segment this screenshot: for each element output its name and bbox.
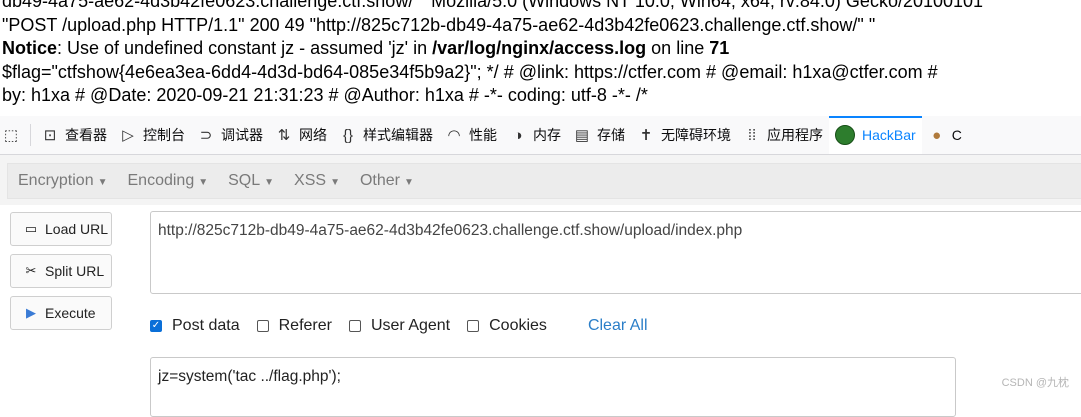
tab-label: 网络 xyxy=(299,127,327,143)
load-url-button[interactable]: ▭ Load URL xyxy=(10,212,112,246)
post-data-input[interactable]: jz=system('tac ../flag.php'); xyxy=(150,357,956,417)
memory-icon: ◑ xyxy=(513,126,523,144)
url-input[interactable]: http://825c712b-db49-4a75-ae62-4d3b42fe0… xyxy=(150,211,1081,294)
menu-label: XSS xyxy=(294,172,327,189)
user-agent-checkbox[interactable]: User Agent xyxy=(348,317,451,335)
menu-label: Encoding xyxy=(127,172,195,189)
menu-label: SQL xyxy=(228,172,261,189)
split-url-icon: ✂ xyxy=(25,263,37,278)
application-icon: ⁞⁞ xyxy=(747,126,757,144)
menu-label: Other xyxy=(359,172,400,189)
output-line-1: db49-4a75-ae62-4d3b42fe0623.challenge.ct… xyxy=(2,0,984,11)
tab-label: 样式编辑器 xyxy=(363,127,433,143)
tab-label: 内存 xyxy=(533,127,561,143)
checkbox-box xyxy=(256,320,269,332)
output-line-3: Notice: Use of undefined constant jz - a… xyxy=(2,37,1081,61)
cookie-icon: ● xyxy=(932,126,942,144)
output-line-2: "POST /upload.php HTTP/1.1" 200 49 "http… xyxy=(2,14,876,35)
checkbox-label: User Agent xyxy=(370,317,451,334)
button-label: Split URL xyxy=(45,263,105,279)
console-icon: ▷ xyxy=(122,127,134,144)
tab-network[interactable]: ⇅ 网络 xyxy=(269,116,333,154)
options-row: ✓ Post data Referer User Agent Cookies Cl… xyxy=(150,316,648,336)
referer-checkbox[interactable]: Referer xyxy=(256,317,332,335)
load-url-icon: ▭ xyxy=(24,221,38,236)
tab-hackbar[interactable]: HackBar xyxy=(829,116,922,154)
notice-text: : Use of undefined constant jz - assumed… xyxy=(57,38,433,58)
style-editor-icon: {} xyxy=(342,126,354,144)
tab-performance[interactable]: ◠ 性能 xyxy=(439,116,503,154)
post-data-checkbox[interactable]: ✓ Post data xyxy=(150,317,240,335)
notice-path: /var/log/nginx/access.log xyxy=(432,38,647,58)
tab-accessibility[interactable]: ✝ 无障碍环境 xyxy=(631,116,737,154)
tab-debugger[interactable]: ⊃ 调试器 xyxy=(191,116,269,154)
button-label: Execute xyxy=(45,305,96,321)
watermark: CSDN @九枕 xyxy=(1001,377,1069,389)
tab-label: 查看器 xyxy=(65,127,107,143)
execute-icon: ▶ xyxy=(26,305,36,320)
output-line-5: by: h1xa # @Date: 2020-09-21 21:31:23 # … xyxy=(2,85,648,105)
chevron-down-icon: ▼ xyxy=(198,177,209,188)
chevron-down-icon: ▼ xyxy=(264,177,275,188)
tab-label: 调试器 xyxy=(221,127,263,143)
chevron-down-icon: ▼ xyxy=(403,177,414,188)
tab-label: 存储 xyxy=(597,127,625,143)
tab-label: 控制台 xyxy=(143,127,185,143)
menu-other[interactable]: Other ▼ xyxy=(350,172,424,190)
execute-button[interactable]: ▶ Execute xyxy=(10,296,112,330)
performance-icon: ◠ xyxy=(447,127,461,144)
chevron-down-icon: ▼ xyxy=(97,177,108,188)
tab-label: 无障碍环境 xyxy=(661,127,731,143)
hackbar-menu-bar: Encryption ▼ Encoding ▼ SQL ▼ XSS ▼ Other ▼ xyxy=(7,163,1081,199)
checkbox-label: Referer xyxy=(278,317,332,334)
storage-icon: ▤ xyxy=(574,127,590,144)
pick-element-icon: ⬚ xyxy=(3,127,19,144)
network-icon: ⇅ xyxy=(277,127,291,144)
tab-inspector[interactable]: ⊡ 查看器 xyxy=(35,116,113,154)
page-output: db49-4a75-ae62-4d3b42fe0623.challenge.ct… xyxy=(2,0,1081,108)
pick-element-button[interactable]: ⬚ xyxy=(0,116,26,154)
clear-all-link[interactable]: Clear All xyxy=(588,317,648,335)
checkbox-box xyxy=(348,320,361,332)
tab-label: 应用程序 xyxy=(767,127,823,143)
button-label: Load URL xyxy=(45,221,109,237)
tab-label: 性能 xyxy=(469,127,497,143)
hackbar-icon xyxy=(835,125,855,145)
split-url-button[interactable]: ✂ Split URL xyxy=(10,254,112,288)
tab-cookie[interactable]: ● C xyxy=(922,116,968,154)
tab-console[interactable]: ▷ 控制台 xyxy=(113,116,191,154)
tab-label: C xyxy=(951,127,962,143)
menu-xss[interactable]: XSS ▼ xyxy=(284,172,350,190)
chevron-down-icon: ▼ xyxy=(330,177,340,188)
output-line-4: $flag="ctfshow{4e6ea3ea-6dd4-4d3d-bd64-0… xyxy=(2,61,938,82)
checkbox-label: Cookies xyxy=(489,317,547,334)
notice-label: Notice xyxy=(2,38,58,58)
tab-memory[interactable]: ◑ 内存 xyxy=(503,116,567,154)
checkbox-box xyxy=(467,320,480,332)
menu-sql[interactable]: SQL ▼ xyxy=(218,172,284,190)
cookies-checkbox[interactable]: Cookies xyxy=(467,317,547,335)
checkmark-icon: ✓ xyxy=(150,320,162,332)
toolbar-divider xyxy=(30,124,31,146)
debugger-icon: ⊃ xyxy=(199,127,213,144)
notice-online: on line xyxy=(646,38,710,58)
checkbox-label: Post data xyxy=(172,317,240,334)
menu-encoding[interactable]: Encoding ▼ xyxy=(118,172,219,190)
tab-application[interactable]: ⁞⁞ 应用程序 xyxy=(737,116,829,154)
notice-lineno: 71 xyxy=(709,38,730,58)
inspector-icon: ⊡ xyxy=(43,127,57,144)
tab-label: HackBar xyxy=(862,127,916,143)
menu-encryption[interactable]: Encryption ▼ xyxy=(8,172,118,190)
accessibility-icon: ✝ xyxy=(639,127,653,144)
hackbar-body: ▭ Load URL ✂ Split URL ▶ Execute http://825… xyxy=(0,205,1081,417)
tab-storage[interactable]: ▤ 存储 xyxy=(567,116,631,154)
devtools-toolbar: ⬚ ⊡ 查看器 ▷ 控制台 ⊃ 调试器 ⇅ 网络 {} 样式编辑器 ◠ 性能 ◑ 内存 ▤ 存储… xyxy=(0,116,1081,155)
tab-style-editor[interactable]: {} 样式编辑器 xyxy=(333,116,439,154)
menu-label: Encryption xyxy=(18,172,94,189)
hackbar-menu: Encryption ▼ Encoding ▼ SQL ▼ XSS ▼ Other ▼ xyxy=(0,155,1081,205)
